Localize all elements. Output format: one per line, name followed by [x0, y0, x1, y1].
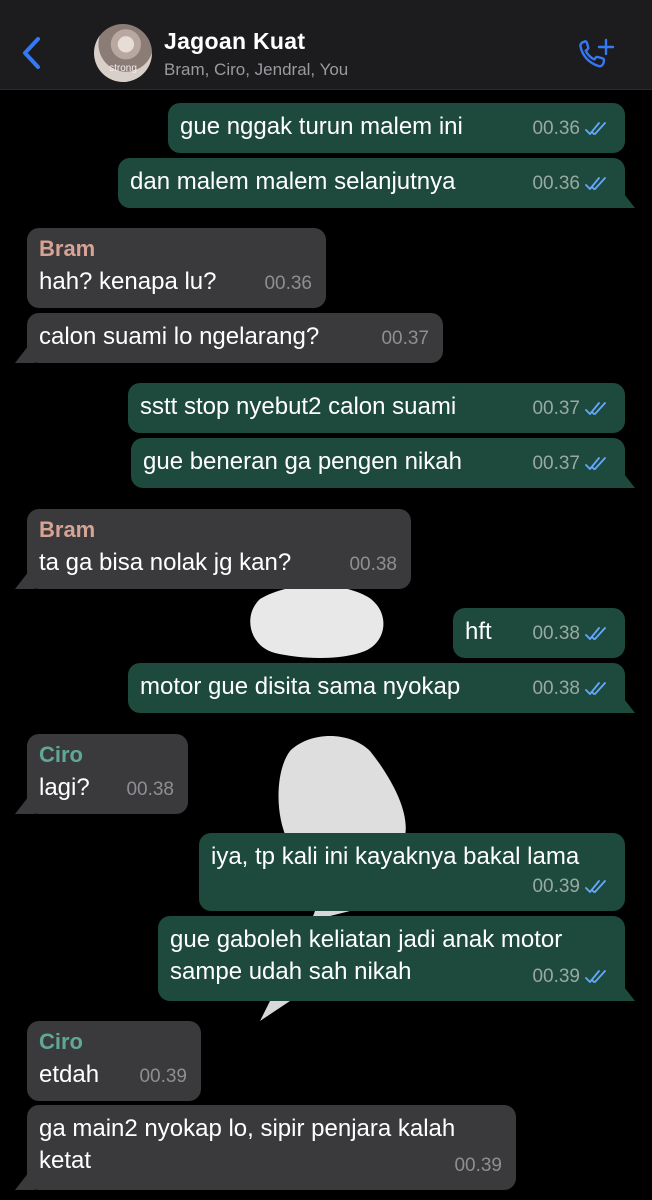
message-meta: 00.38: [349, 549, 397, 581]
message-bubble[interactable]: motor gue disita sama nyokap 00.38: [128, 663, 625, 713]
message-time: 00.38: [532, 623, 580, 644]
message-meta: 00.39: [532, 871, 611, 903]
message-bubble[interactable]: sstt stop nyebut2 calon suami 00.37: [128, 383, 625, 433]
message-time: 00.37: [532, 398, 580, 419]
message-text: calon suami lo ngelarang?: [39, 323, 320, 350]
message-meta: 00.36: [532, 168, 611, 200]
double-check-icon: [585, 122, 606, 135]
double-check-icon: [585, 177, 606, 190]
message-bubble[interactable]: Bram ta ga bisa nolak jg kan? 00.38: [27, 509, 411, 589]
group-title[interactable]: Jagoan Kuat: [164, 28, 305, 55]
message-time: 00.36: [264, 273, 312, 294]
message-meta: 00.39: [139, 1061, 187, 1093]
double-check-icon: [585, 627, 606, 640]
message-bubble[interactable]: ga main2 nyokap lo, sipir penjara kalah …: [27, 1105, 516, 1190]
group-members[interactable]: Bram, Ciro, Jendral, You: [164, 60, 348, 80]
chat-area[interactable]: gue nggak turun malem ini 00.36 dan malem …: [0, 91, 652, 1200]
message-text: ta ga bisa nolak jg kan?: [39, 549, 292, 576]
chevron-left-icon: [23, 37, 40, 69]
message-time: 00.39: [139, 1066, 187, 1087]
message-bubble[interactable]: calon suami lo ngelarang? 00.37: [27, 313, 443, 363]
message-time: 00.36: [532, 173, 580, 194]
message-bubble[interactable]: Ciro lagi? 00.38: [27, 734, 188, 814]
message-time: 00.39: [454, 1155, 502, 1176]
message-meta: 00.37: [532, 393, 611, 425]
message-meta: 00.36: [264, 268, 312, 300]
message-meta: 00.37: [381, 323, 429, 355]
message-time: 00.38: [126, 779, 174, 800]
sender-name[interactable]: Bram: [39, 236, 314, 262]
message-bubble[interactable]: gue beneran ga pengen nikah 00.37: [131, 438, 625, 488]
message-bubble[interactable]: Bram hah? kenapa lu? 00.36: [27, 228, 326, 308]
message-time: 00.38: [532, 678, 580, 699]
message-bubble[interactable]: iya, tp kali ini kayaknya bakal lama 00.3…: [199, 833, 625, 911]
message-bubble[interactable]: gue gaboleh keliatan jadi anak motor sam…: [158, 916, 625, 1001]
message-time: 00.36: [532, 118, 580, 139]
sender-name[interactable]: Ciro: [39, 1029, 189, 1055]
message-time: 00.37: [381, 328, 429, 349]
sender-name[interactable]: Ciro: [39, 742, 176, 768]
message-time: 00.38: [349, 554, 397, 575]
message-meta: 00.39: [532, 961, 611, 993]
message-bubble[interactable]: dan malem malem selanjutnya 00.36: [118, 158, 625, 208]
message-text: ga main2 nyokap lo, sipir penjara kalah …: [39, 1115, 456, 1174]
message-time: 00.39: [532, 876, 580, 897]
double-check-icon: [585, 457, 606, 470]
message-meta: 00.36: [532, 113, 611, 145]
message-meta: 00.38: [532, 618, 611, 650]
message-meta: 00.38: [532, 673, 611, 705]
message-time: 00.37: [532, 453, 580, 474]
double-check-icon: [585, 402, 606, 415]
message-bubble[interactable]: gue nggak turun malem ini 00.36: [168, 103, 625, 153]
message-meta: 00.39: [454, 1150, 502, 1182]
group-avatar[interactable]: strong: [94, 24, 152, 82]
message-meta: 00.38: [126, 774, 174, 806]
message-text: iya, tp kali ini kayaknya bakal lama: [211, 843, 580, 870]
message-time: 00.39: [532, 966, 580, 987]
double-check-icon: [585, 970, 606, 983]
sender-name[interactable]: Bram: [39, 517, 399, 543]
chat-header: strong Jagoan Kuat Bram, Ciro, Jendral, …: [0, 0, 652, 90]
avatar-caption: strong: [109, 63, 137, 74]
message-bubble[interactable]: Ciro etdah 00.39: [27, 1021, 201, 1101]
phone-plus-icon: [579, 38, 615, 68]
message-bubble[interactable]: hft 00.38: [453, 608, 625, 658]
add-call-button[interactable]: [576, 36, 616, 72]
message-meta: 00.37: [532, 448, 611, 480]
back-button[interactable]: [14, 30, 48, 76]
double-check-icon: [585, 880, 606, 893]
double-check-icon: [585, 682, 606, 695]
